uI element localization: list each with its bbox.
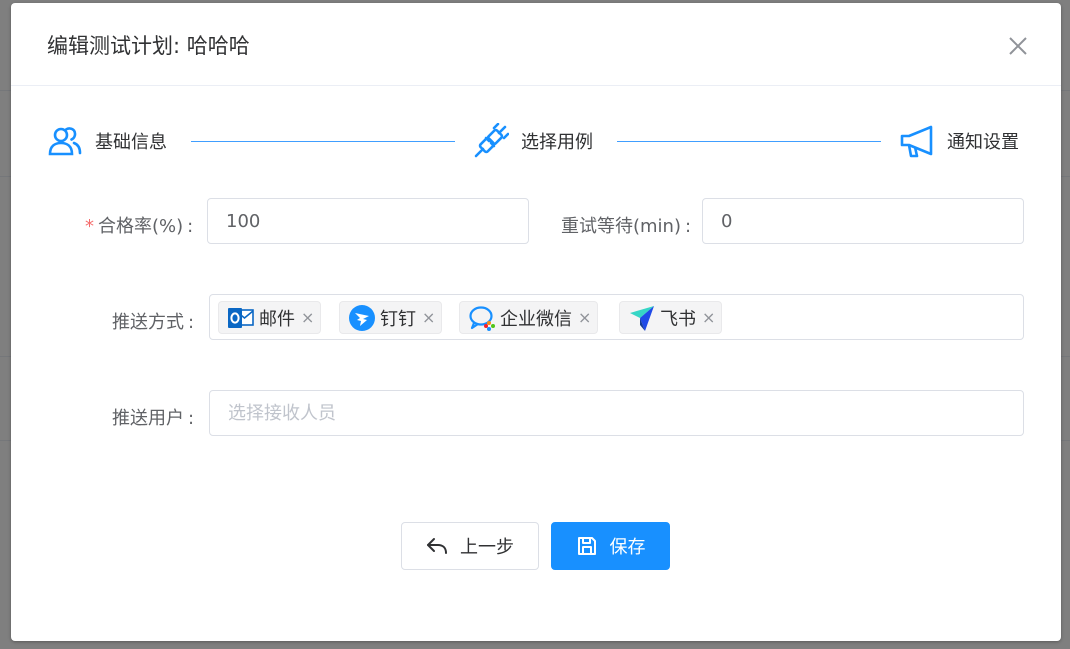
step-connector (191, 141, 455, 142)
tag-email: 邮件 × (218, 301, 322, 334)
plug-icon (473, 123, 509, 159)
push-user-label: 推送用户: (112, 408, 195, 429)
outlook-mail-icon (227, 304, 255, 332)
step-notification-settings[interactable]: 通知设置 (899, 123, 1019, 159)
prev-step-label: 上一步 (460, 537, 514, 558)
push-user-field[interactable] (228, 402, 1023, 424)
step-connector (617, 141, 881, 142)
save-label: 保存 (609, 537, 646, 558)
tag-close-icon[interactable]: × (422, 309, 435, 326)
step-label: 通知设置 (947, 132, 1019, 153)
step-select-cases[interactable]: 选择用例 (473, 123, 593, 159)
prev-step-button[interactable]: 上一步 (401, 522, 539, 570)
users-icon (47, 123, 83, 159)
tag-label: 邮件 (259, 308, 295, 330)
required-mark: * (85, 216, 94, 237)
steps-bar: 基础信息 选择用例 通知设置 (11, 103, 1061, 179)
step-label: 基础信息 (95, 132, 167, 153)
tag-wecom: 企业微信 × (459, 301, 599, 334)
push-method-select[interactable]: 邮件 × 钉钉 × 企业微信 × 飞书 × (209, 294, 1024, 340)
wecom-icon (468, 304, 496, 332)
tag-close-icon[interactable]: × (578, 309, 591, 326)
dialog-title: 编辑测试计划: 哈哈哈 (47, 34, 250, 58)
edit-test-plan-dialog: 编辑测试计划: 哈哈哈 基础信息 选择用例 通知设置 * 合格率(%): 10… (11, 3, 1061, 641)
pass-rate-field[interactable] (226, 210, 528, 232)
retry-wait-field[interactable] (721, 210, 1023, 232)
tag-feishu: 飞书 × (619, 301, 723, 334)
push-method-label: 推送方式: (112, 312, 195, 333)
pass-rate-label: * 合格率(%): (85, 216, 194, 237)
retry-wait-input[interactable] (702, 198, 1024, 244)
tag-close-icon[interactable]: × (301, 309, 314, 326)
tag-label: 飞书 (660, 308, 696, 330)
step-basic-info[interactable]: 基础信息 (47, 123, 167, 159)
tag-dingtalk: 钉钉 × (339, 301, 443, 334)
retry-wait-label: 重试等待(min): (561, 216, 692, 237)
undo-arrow-icon (426, 535, 448, 557)
dingtalk-icon (348, 304, 376, 332)
feishu-icon (628, 304, 656, 332)
dialog-header: 编辑测试计划: 哈哈哈 (11, 3, 1061, 86)
close-icon[interactable] (1006, 34, 1030, 58)
megaphone-icon (899, 123, 935, 159)
push-user-select[interactable] (209, 390, 1024, 436)
save-button[interactable]: 保存 (551, 522, 670, 570)
tag-label: 钉钉 (380, 308, 416, 330)
tag-close-icon[interactable]: × (702, 309, 715, 326)
pass-rate-input[interactable] (207, 198, 529, 244)
step-label: 选择用例 (521, 132, 593, 153)
save-disk-icon (576, 535, 598, 557)
tag-label: 企业微信 (500, 308, 572, 330)
